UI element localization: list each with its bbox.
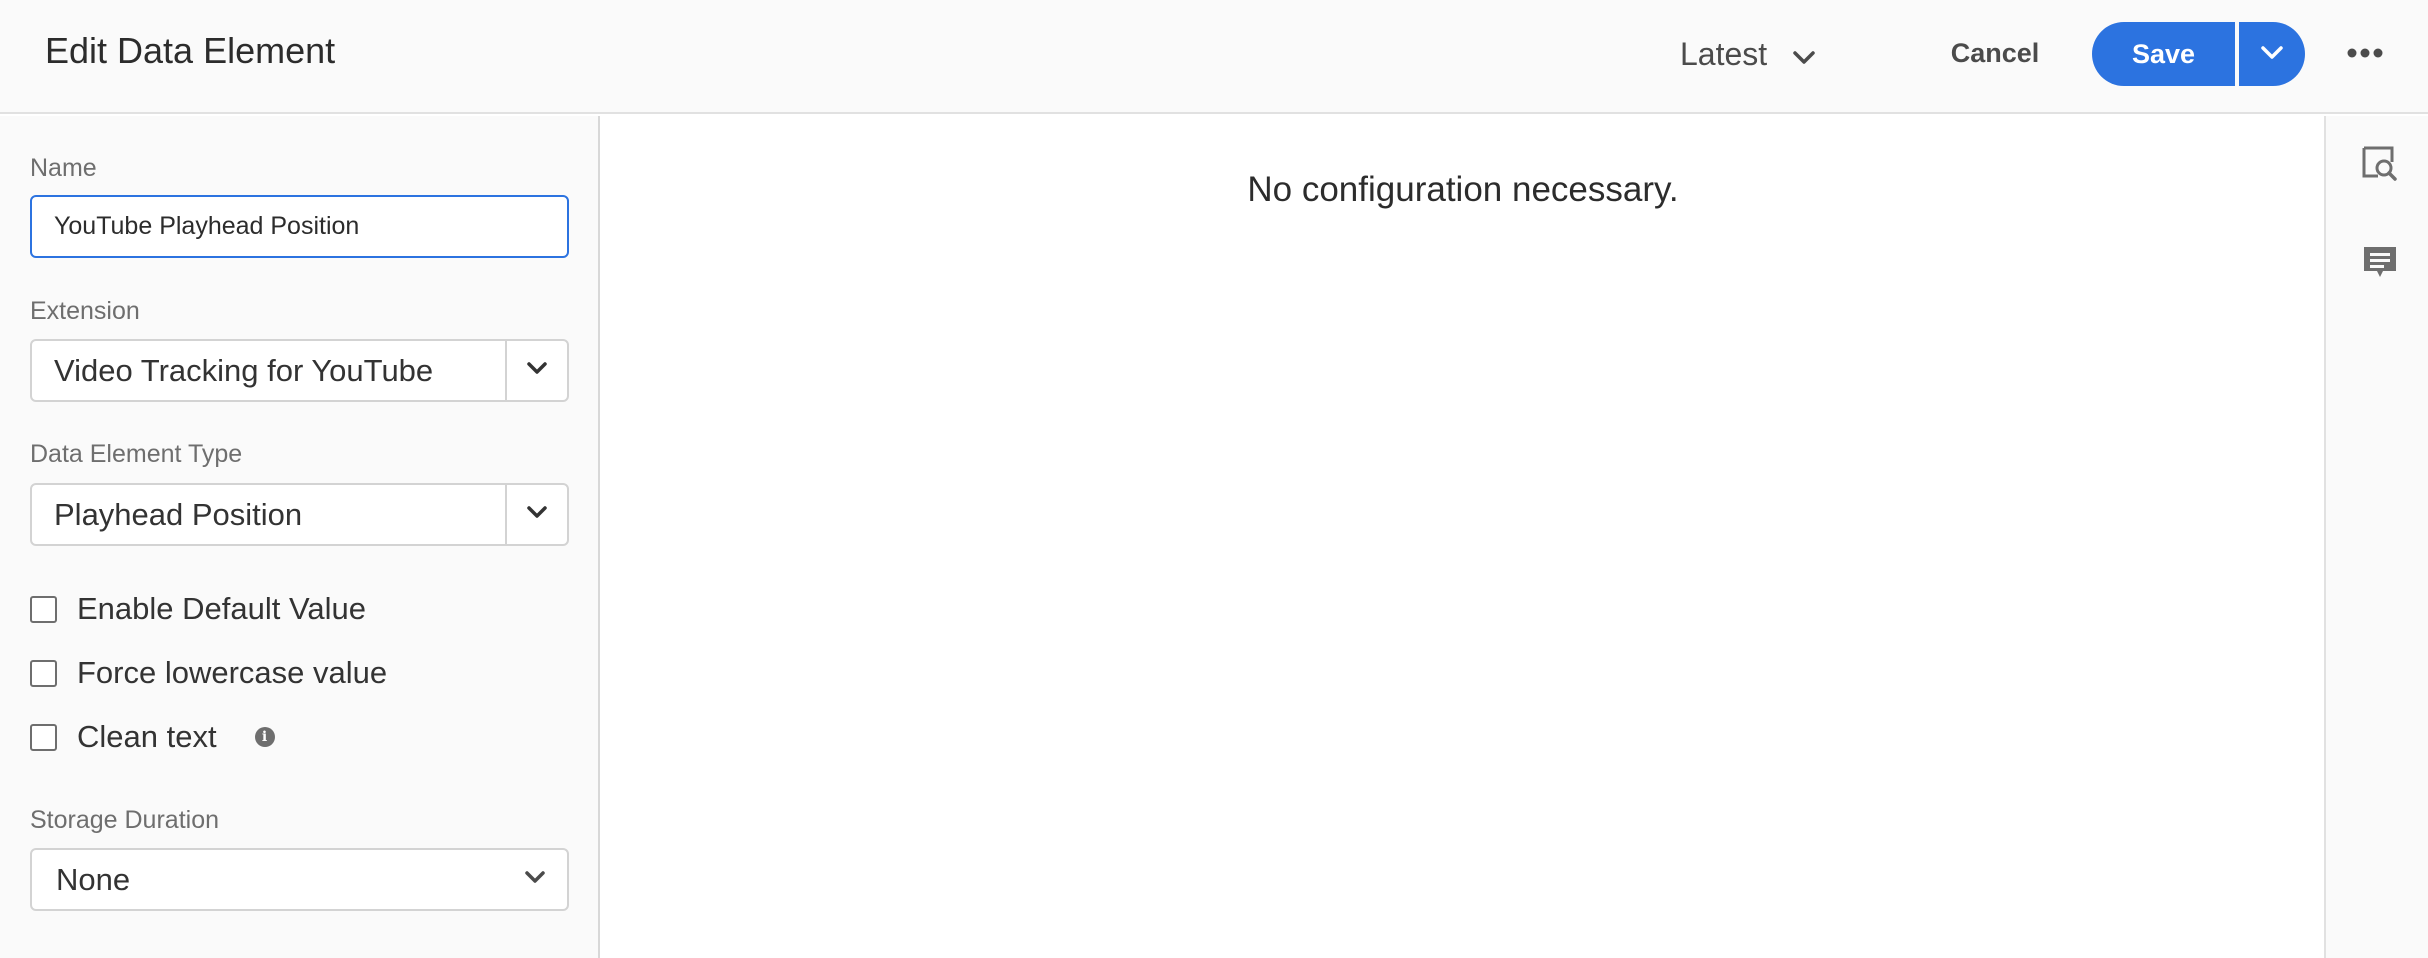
extension-label: Extension	[30, 297, 140, 325]
version-label: Latest	[1680, 35, 1768, 72]
version-dropdown[interactable]: Latest	[1680, 32, 1815, 76]
name-label: Name	[30, 154, 97, 182]
checkbox-label: Enable Default Value	[77, 591, 366, 626]
data-element-type-label: Data Element Type	[30, 440, 243, 468]
extension-select[interactable]: Video Tracking for YouTube	[30, 339, 569, 402]
chevron-down-icon	[2261, 45, 2283, 63]
checkbox-label: Clean text	[77, 719, 217, 754]
save-button-group: Save	[2092, 22, 2305, 86]
chevron-down-icon	[525, 870, 545, 889]
checkbox-box[interactable]	[30, 659, 57, 687]
more-actions-button[interactable]	[2340, 30, 2390, 78]
chevron-down-icon	[527, 361, 547, 380]
no-configuration-message: No configuration necessary.	[1247, 170, 1679, 209]
ellipsis-icon	[2347, 45, 2383, 63]
enable-default-value-checkbox[interactable]: Enable Default Value	[30, 589, 366, 629]
storage-duration-select[interactable]: None	[30, 848, 569, 911]
info-icon[interactable]: i	[254, 727, 275, 747]
right-rail	[2324, 116, 2428, 958]
data-element-type-value: Playhead Position	[54, 496, 303, 532]
extension-value: Video Tracking for YouTube	[54, 352, 434, 388]
page-title: Edit Data Element	[45, 30, 336, 71]
header-bar: Edit Data Element Latest Cancel Save	[0, 0, 2428, 114]
clean-text-checkbox[interactable]: Clean text i	[30, 717, 275, 757]
save-options-button[interactable]	[2239, 22, 2305, 86]
data-element-type-dropdown-button[interactable]	[505, 485, 567, 544]
save-button[interactable]: Save	[2092, 22, 2235, 86]
data-element-type-select[interactable]: Playhead Position	[30, 483, 569, 546]
name-input[interactable]	[30, 195, 569, 258]
checkbox-label: Force lowercase value	[77, 655, 388, 690]
storage-duration-label: Storage Duration	[30, 806, 220, 834]
force-lowercase-checkbox[interactable]: Force lowercase value	[30, 653, 387, 693]
configuration-area: No configuration necessary.	[602, 116, 2324, 958]
comment-icon[interactable]	[2360, 244, 2400, 284]
chevron-down-icon	[527, 505, 547, 524]
chevron-down-icon	[1793, 36, 1815, 73]
extension-dropdown-button[interactable]	[505, 341, 567, 400]
storage-duration-value: None	[56, 861, 131, 897]
checkbox-box[interactable]	[30, 595, 57, 623]
preview-search-icon[interactable]	[2360, 144, 2400, 184]
cancel-button[interactable]: Cancel	[1930, 28, 2060, 78]
checkbox-box[interactable]	[30, 723, 57, 751]
